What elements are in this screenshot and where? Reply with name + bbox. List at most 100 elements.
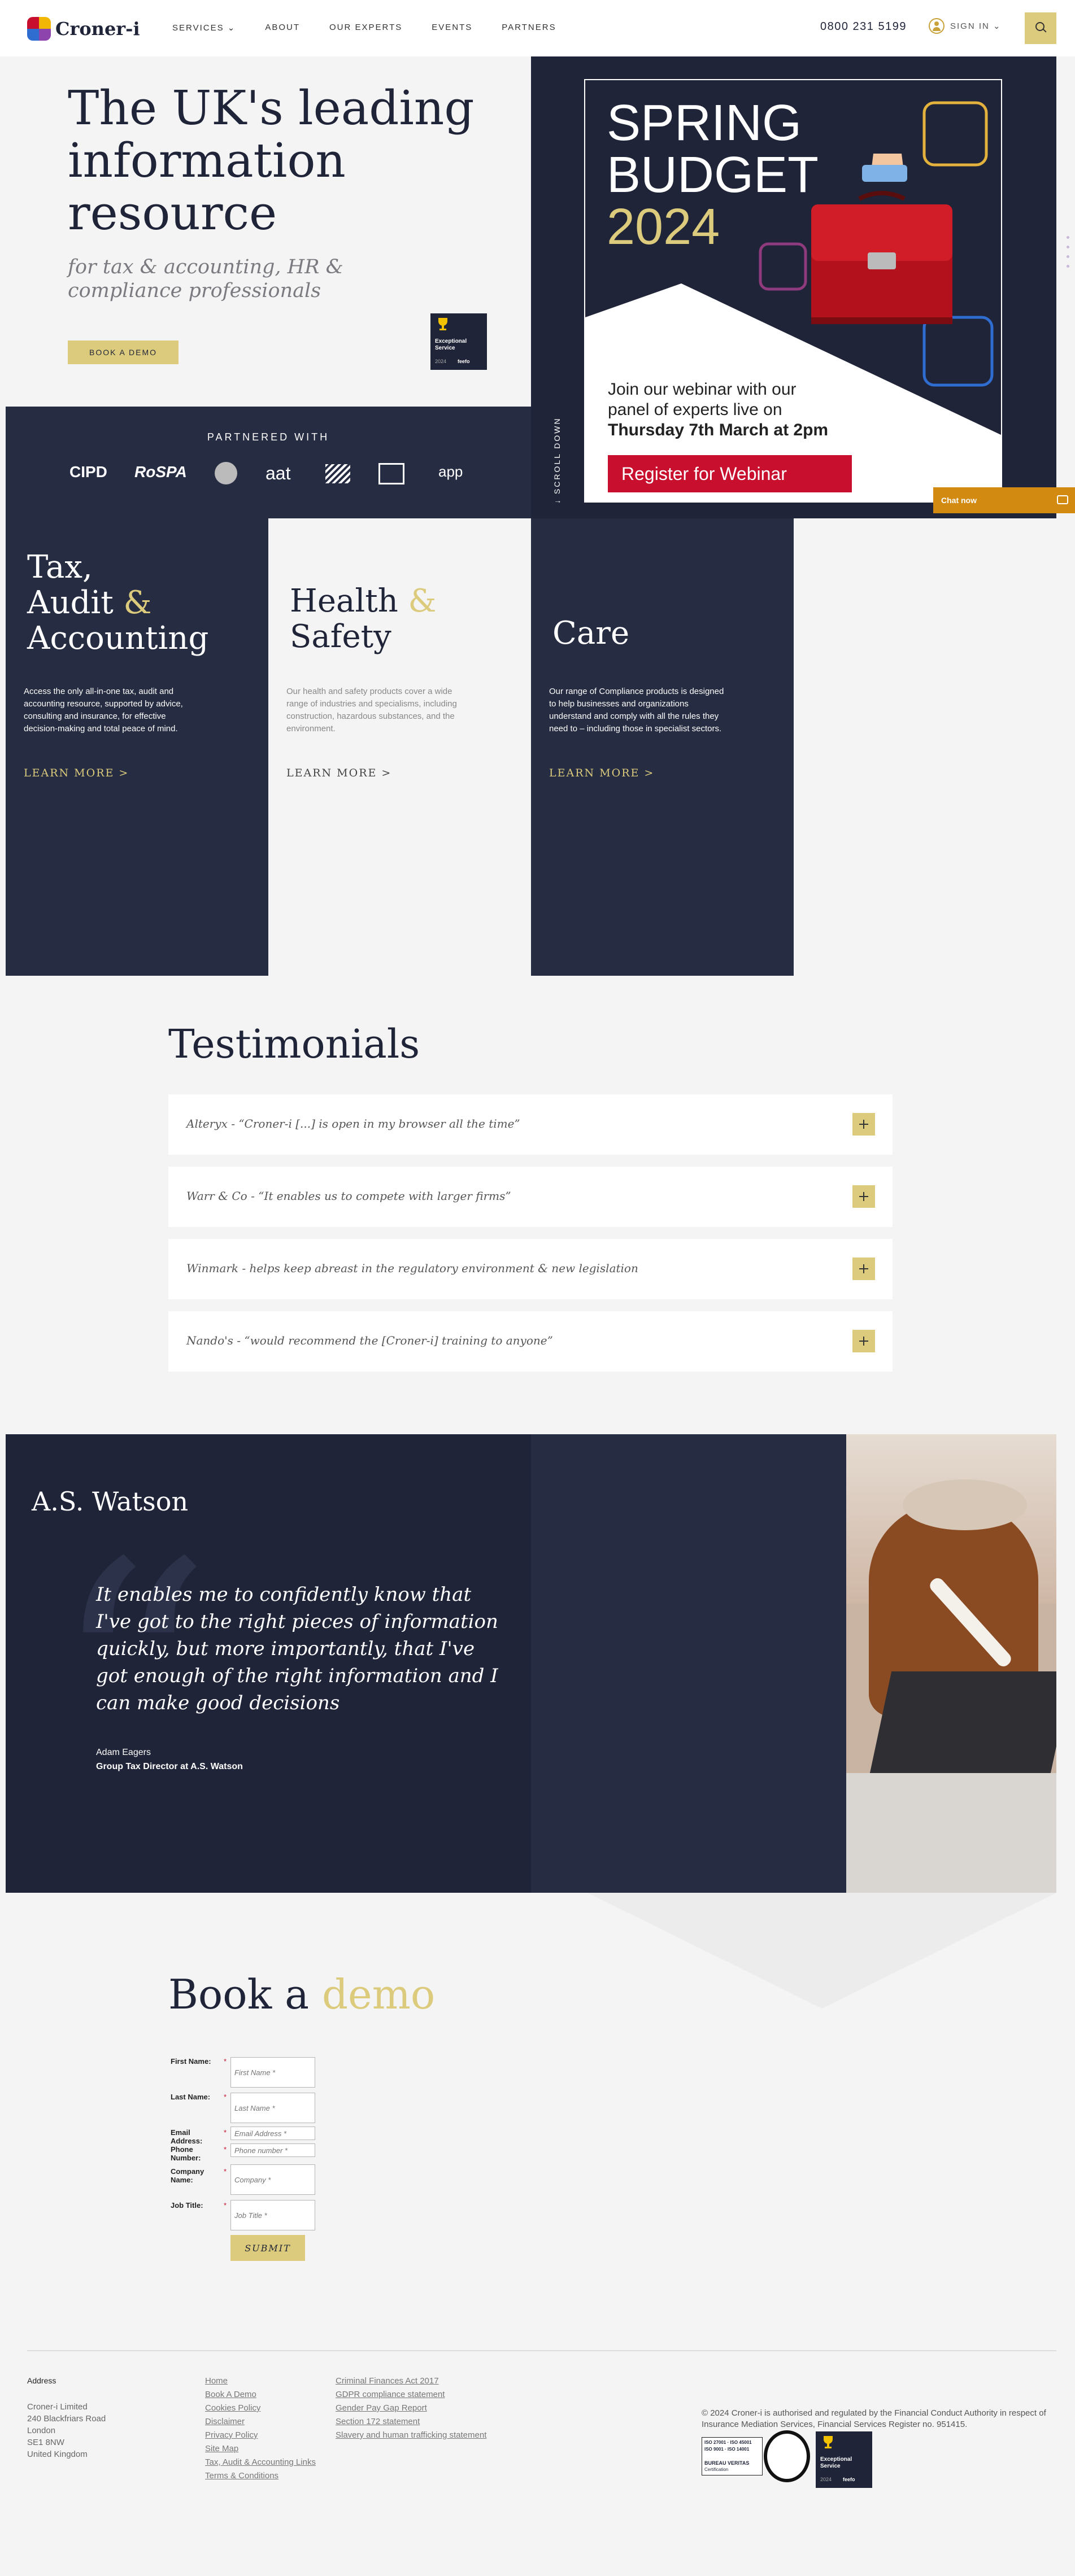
bureau-veritas-badge: ISO 27001 · ISO 45001 ISO 9001 · ISO 140… xyxy=(702,2437,763,2475)
certification-seal-icon xyxy=(764,2430,810,2482)
footer-link-section-172[interactable]: Section 172 statement xyxy=(336,2417,420,2426)
quote-author: Adam Eagers xyxy=(96,1748,151,1757)
promo-text-date: Thursday 7th March at 2pm xyxy=(608,421,829,439)
chat-now-button[interactable]: Chat now xyxy=(933,487,1075,513)
category-description: Our range of Compliance products is desi… xyxy=(549,687,724,733)
first-name-field[interactable] xyxy=(230,2057,315,2088)
address-block: Croner-i Limited 240 Blackfriars Road Lo… xyxy=(27,2402,106,2459)
quote-company: A.S. Watson xyxy=(32,1486,189,1517)
category-title: Care xyxy=(552,615,630,652)
expand-plus-icon[interactable] xyxy=(852,1185,875,1208)
phone-number[interactable]: 0800 231 5199 xyxy=(820,20,907,33)
partner-rospa[interactable]: RoSPA xyxy=(134,463,187,481)
testimonial-quote: Winmark - helps keep abreast in the regu… xyxy=(186,1261,638,1275)
footer-divider xyxy=(27,2350,1056,2351)
phone-label: Phone Number: xyxy=(171,2145,201,2162)
quote-author-role: Group Tax Director at A.S. Watson xyxy=(96,1762,243,1771)
footer-link-book-demo[interactable]: Book A Demo xyxy=(205,2390,256,2399)
job-title-field[interactable] xyxy=(230,2200,315,2230)
book-demo-button[interactable]: BOOK A DEMO xyxy=(68,340,179,364)
carousel-dots[interactable] xyxy=(1067,236,1069,274)
testimonial-item[interactable]: Warr & Co - “It enables us to compete wi… xyxy=(168,1167,893,1227)
quote-photo xyxy=(846,1434,1056,1893)
partner-box-logo[interactable] xyxy=(378,463,404,484)
expand-plus-icon[interactable] xyxy=(852,1330,875,1352)
footer-link-disclaimer[interactable]: Disclaimer xyxy=(205,2417,245,2426)
last-name-field[interactable] xyxy=(230,2093,315,2123)
learn-more-link[interactable]: LEARN MORE > xyxy=(24,767,129,779)
testimonial-item[interactable]: Alteryx - “Croner-i [...] is open in my … xyxy=(168,1094,893,1155)
company-field[interactable] xyxy=(230,2164,315,2195)
testimonial-item[interactable]: Nando's - “would recommend the [Croner-i… xyxy=(168,1311,893,1372)
footer-exceptional-service-badge: Exceptional Service 2024 feefo xyxy=(816,2431,872,2488)
category-description: Our health and safety products cover a w… xyxy=(286,687,457,733)
category-care[interactable]: Care Our range of Compliance products is… xyxy=(531,518,794,976)
partner-aat[interactable]: aat xyxy=(266,463,290,484)
nav-our-experts[interactable]: OUR EXPERTS xyxy=(329,23,402,33)
nav-events[interactable]: EVENTS xyxy=(432,23,472,33)
nav-about[interactable]: ABOUT xyxy=(265,23,300,33)
footer-link-criminal-finances[interactable]: Criminal Finances Act 2017 xyxy=(336,2376,439,2386)
chat-icon xyxy=(1057,495,1068,504)
submit-button[interactable]: SUBMIT xyxy=(230,2235,305,2261)
email-label: Email Address: xyxy=(171,2128,203,2145)
footer-link-gender-pay[interactable]: Gender Pay Gap Report xyxy=(336,2403,427,2413)
promo-text-line-1: Join our webinar with our panel of exper… xyxy=(608,380,797,419)
address-title: Address xyxy=(27,2376,56,2385)
page-bottom xyxy=(0,2513,1075,2576)
partner-circle-logo[interactable] xyxy=(215,462,237,484)
required-mark: * xyxy=(224,2145,227,2154)
hero-promo-panel: ↓ SCROLL DOWN SPRING BUDGET 2024 Join ou… xyxy=(531,56,1056,518)
required-mark: * xyxy=(224,2167,227,2176)
category-tax-audit-accounting[interactable]: Tax, Audit & Accounting Access the only … xyxy=(6,518,268,976)
badge-line-2: Service xyxy=(435,345,455,351)
nav-partners[interactable]: PARTNERS xyxy=(502,23,556,33)
badge-line-1: Exceptional xyxy=(435,338,467,344)
decorative-triangle xyxy=(587,1893,1056,2009)
first-name-label: First Name: xyxy=(171,2057,211,2066)
phone-field[interactable] xyxy=(230,2143,315,2157)
footer-link-slavery[interactable]: Slavery and human trafficking statement xyxy=(336,2430,486,2440)
book-demo-title: Book a demo xyxy=(168,1971,436,2018)
footer-link-home[interactable]: Home xyxy=(205,2376,228,2386)
scroll-down-indicator[interactable]: ↓ SCROLL DOWN xyxy=(552,417,562,504)
partner-app[interactable]: app xyxy=(438,463,463,481)
nav-services[interactable]: SERVICES ⌄ xyxy=(172,23,236,33)
learn-more-link[interactable]: LEARN MORE > xyxy=(286,767,391,779)
footer-link-sitemap[interactable]: Site Map xyxy=(205,2444,238,2453)
partners-title: PARTNERED WITH xyxy=(207,431,330,443)
last-name-label: Last Name: xyxy=(171,2093,211,2101)
search-button[interactable] xyxy=(1025,12,1056,44)
testimonial-item[interactable]: Winmark - helps keep abreast in the regu… xyxy=(168,1239,893,1299)
expand-plus-icon[interactable] xyxy=(852,1113,875,1136)
footer-link-privacy[interactable]: Privacy Policy xyxy=(205,2430,258,2440)
register-webinar-button[interactable]: Register for Webinar xyxy=(608,455,852,492)
partner-cipd[interactable]: CIPD xyxy=(69,463,107,481)
learn-more-link[interactable]: LEARN MORE > xyxy=(549,767,654,779)
sign-in-label: SIGN IN ⌄ xyxy=(950,21,1002,31)
footer-link-terms[interactable]: Terms & Conditions xyxy=(205,2471,278,2481)
testimonials-title: Testimonials xyxy=(168,1021,420,1067)
quote-panel xyxy=(531,1434,846,1893)
chat-label: Chat now xyxy=(941,496,977,505)
job-title-label: Job Title: xyxy=(171,2201,203,2210)
footer-link-gdpr[interactable]: GDPR compliance statement xyxy=(336,2390,445,2399)
logo[interactable]: Croner-i xyxy=(27,17,140,41)
email-field[interactable] xyxy=(230,2127,315,2140)
main-nav: SERVICES ⌄ ABOUT OUR EXPERTS EVENTS PART… xyxy=(172,23,586,33)
category-description: Access the only all-in-one tax, audit an… xyxy=(24,687,183,733)
sign-in-button[interactable]: SIGN IN ⌄ xyxy=(929,18,1002,34)
spring-budget-banner[interactable]: SPRING BUDGET 2024 Join our webinar with… xyxy=(584,79,1002,503)
company-label: Company Name: xyxy=(171,2167,204,2184)
expand-plus-icon[interactable] xyxy=(852,1258,875,1280)
promo-year: 2024 xyxy=(607,199,720,255)
required-mark: * xyxy=(224,2201,227,2210)
footer-link-tax-links[interactable]: Tax, Audit & Accounting Links xyxy=(205,2457,316,2467)
footer-link-cookies[interactable]: Cookies Policy xyxy=(205,2403,260,2413)
category-title: Health & Safety xyxy=(290,583,437,655)
testimonial-quote: Nando's - “would recommend the [Croner-i… xyxy=(186,1334,553,1347)
category-health-safety[interactable]: Health & Safety Our health and safety pr… xyxy=(268,518,531,976)
required-mark: * xyxy=(224,2057,227,2066)
testimonials-section: Testimonials Alteryx - “Croner-i [...] i… xyxy=(6,976,1056,1434)
partner-stripes-logo[interactable] xyxy=(325,464,350,483)
